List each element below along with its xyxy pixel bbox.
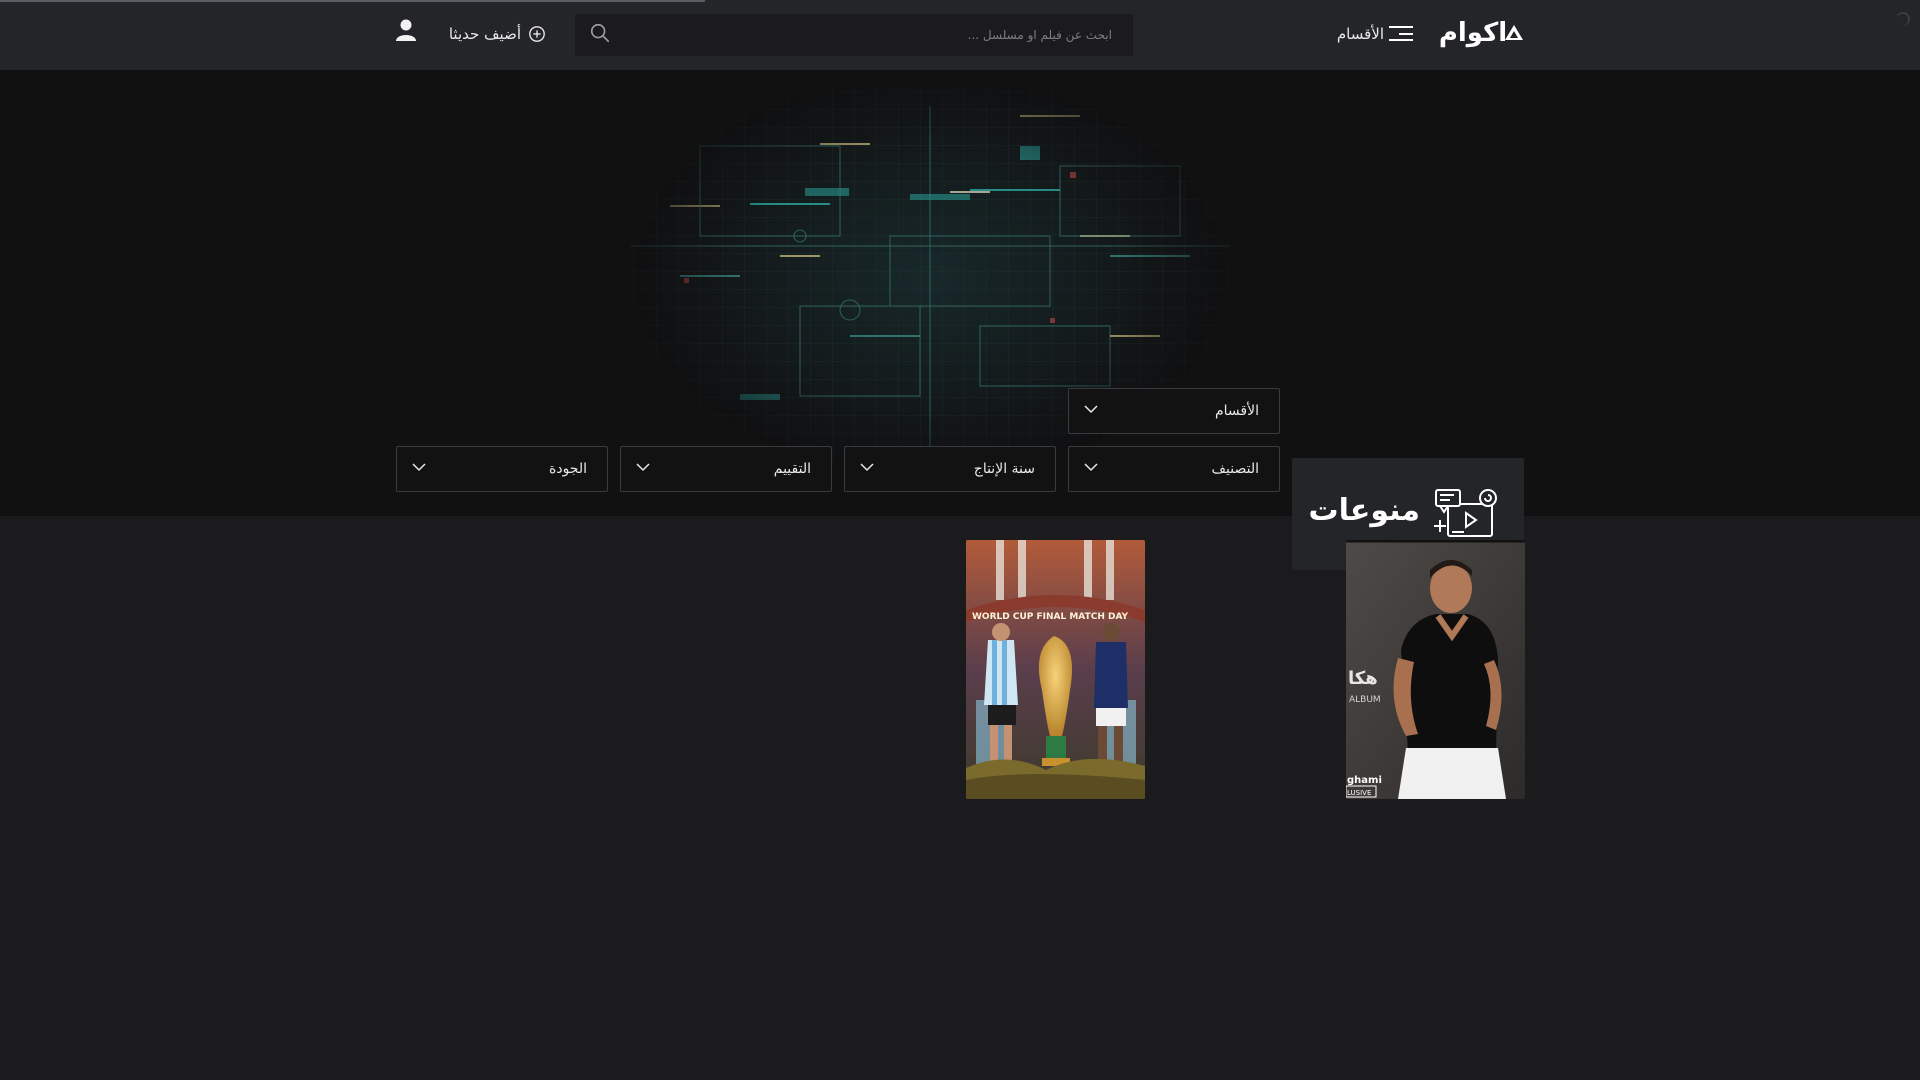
poster-overlay-text: WORLD CUP FINAL MATCH DAY [972, 612, 1129, 622]
svg-text:LUSIVE: LUSIVE [1347, 789, 1371, 797]
chevron-down-icon [860, 463, 874, 472]
poster-image: هكا ALBUM ghami LUSIVE [1346, 540, 1525, 799]
search-bar [575, 14, 1133, 56]
svg-text:ghami: ghami [1347, 775, 1382, 786]
poster-image: WORLD CUP FINAL MATCH DAY [966, 540, 1145, 799]
loading-spinner-icon [1896, 12, 1910, 26]
filter-label: الأقسام [1215, 403, 1259, 419]
categories-menu-link[interactable]: الأقسام [1312, 22, 1384, 46]
category-hero: منوعات الأقسام التصنيف سنة الإنتاج التقي… [0, 70, 1920, 570]
search-input[interactable] [615, 14, 1120, 56]
filter-categories-dropdown[interactable]: الأقسام [1068, 388, 1280, 434]
chevron-down-icon [412, 463, 426, 472]
hero-background-image [590, 86, 1270, 506]
poster-card[interactable]: هكا ALBUM ghami LUSIVE [1346, 540, 1525, 799]
user-account-icon[interactable] [395, 18, 417, 42]
filter-label: الجودة [549, 461, 587, 477]
poster-card[interactable]: WORLD CUP FINAL MATCH DAY [966, 540, 1145, 799]
filter-label: التقييم [773, 461, 811, 477]
filter-label: التصنيف [1211, 461, 1259, 477]
page-loading-bar [0, 0, 705, 2]
filter-rating-dropdown[interactable]: التقييم [620, 446, 832, 492]
svg-text:ALBUM: ALBUM [1349, 695, 1381, 705]
tv-video-icon [1434, 489, 1497, 537]
section-title: منوعات [1308, 493, 1420, 528]
logo-triangle-icon [1505, 25, 1523, 40]
plus-circle-icon [529, 26, 545, 42]
hamburger-menu-icon[interactable] [1389, 26, 1413, 41]
recently-added-label: أضيف حديثا [448, 25, 521, 43]
top-navigation-bar: اكوام الأقسام أضيف حديثا [0, 0, 1920, 70]
site-logo-text: اكوام [1438, 18, 1508, 48]
filter-classification-dropdown[interactable]: التصنيف [1068, 446, 1280, 492]
filter-label: سنة الإنتاج [973, 461, 1035, 477]
chevron-down-icon [636, 463, 650, 472]
filter-year-dropdown[interactable]: سنة الإنتاج [844, 446, 1056, 492]
chevron-down-icon [1084, 463, 1098, 472]
chevron-down-icon [1084, 405, 1098, 414]
svg-text:هكا: هكا [1348, 668, 1378, 689]
search-icon[interactable] [589, 22, 611, 44]
filter-quality-dropdown[interactable]: الجودة [396, 446, 608, 492]
recently-added-link[interactable]: أضيف حديثا [446, 20, 546, 48]
